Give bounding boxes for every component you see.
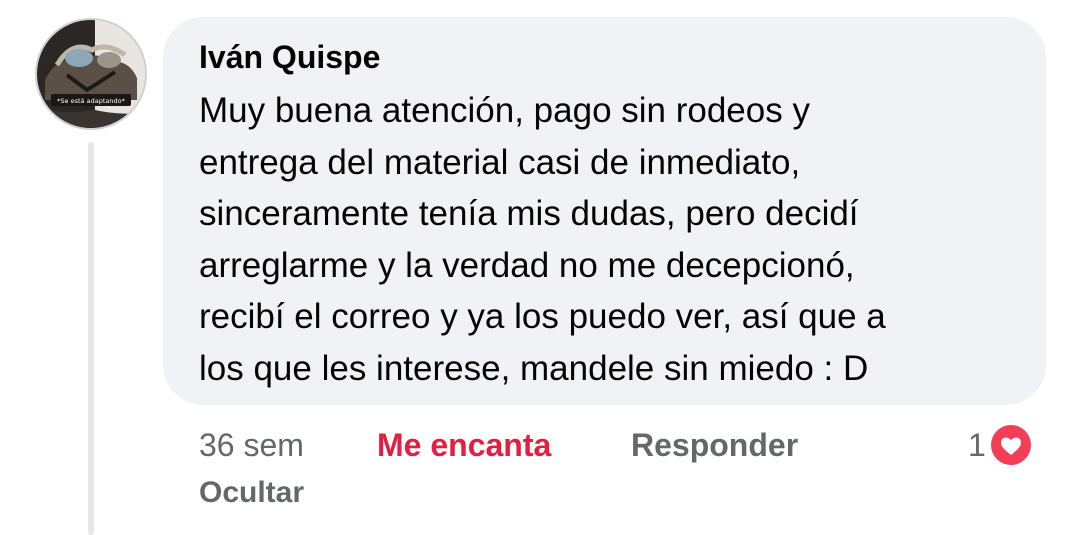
reaction-count: 1	[968, 426, 986, 463]
comment-author[interactable]: Iván Quispe	[199, 35, 1016, 79]
comment-bubble: Iván Quispe Muy buena atención, pago sin…	[163, 17, 1046, 405]
reaction-summary[interactable]: 1	[968, 420, 1034, 470]
reply-button[interactable]: Responder	[631, 422, 798, 468]
comment-text: Muy buena atención, pago sin rodeos y en…	[199, 91, 886, 388]
avatar-image: *Se está adaptando*	[37, 20, 145, 128]
hide-button[interactable]: Ocultar	[199, 472, 304, 514]
heart-icon	[987, 422, 1034, 468]
thread-line	[88, 142, 94, 535]
avatar-caption: *Se está adaptando*	[57, 97, 125, 105]
comment-timestamp[interactable]: 36 sem	[199, 422, 304, 468]
avatar[interactable]: *Se está adaptando*	[35, 18, 147, 130]
love-reaction-button[interactable]: Me encanta	[377, 422, 551, 468]
